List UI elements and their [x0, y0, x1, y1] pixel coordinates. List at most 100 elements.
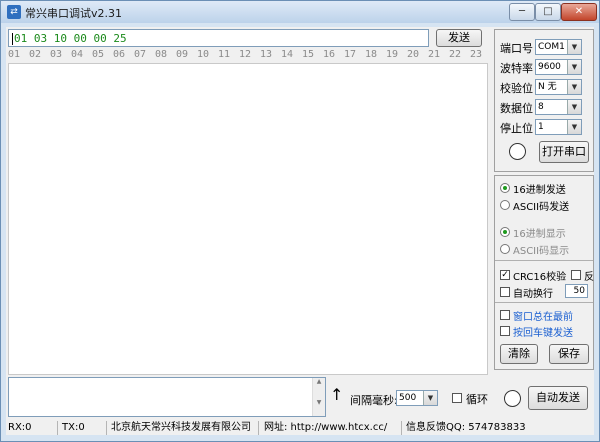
tx-count: TX:0 [60, 421, 107, 435]
data-bits-label: 数据位 [500, 102, 533, 115]
port-settings-panel: 端口号 COM1 ▼ 波特率 9600 ▼ 校验位 N 无 ▼ 数据位 8 ▼ 停止位 … [494, 29, 594, 172]
newline-length-input[interactable]: 50 [565, 284, 588, 298]
port-select-value: COM1 [538, 42, 565, 52]
maximize-button[interactable]: □ [535, 3, 561, 21]
send-data-input[interactable]: 01 03 10 00 00 25 [8, 29, 429, 47]
ruler-number: 09 [176, 49, 189, 60]
auto-send-button[interactable]: 自动发送 [528, 386, 588, 410]
divider [495, 302, 593, 303]
always-on-top-checkbox[interactable] [500, 310, 510, 320]
ruler-number: 01 [8, 49, 21, 60]
auto-newline-checkbox[interactable] [500, 287, 510, 297]
ruler-number: 04 [71, 49, 84, 60]
send-button[interactable]: 发送 [436, 29, 482, 47]
ruler-number: 13 [260, 49, 273, 60]
arrow-up-icon: ↑ [330, 385, 344, 404]
byte-ruler: 01 02 03 04 05 06 07 08 09 10 11 12 13 14 15 16 17 18 19 20… [8, 49, 488, 63]
interval-select-value: 500 [399, 393, 417, 403]
status-bar: RX:0 TX:0 北京航天常兴科技发展有限公司 网址: http://www.… [6, 421, 594, 435]
hex-send-radio[interactable] [500, 183, 510, 193]
baud-label: 波特率 [500, 62, 533, 75]
close-button[interactable]: ✕ [561, 3, 597, 21]
hex-display-label: 16进制显示 [513, 229, 566, 240]
loop-checkbox[interactable] [452, 393, 462, 403]
app-icon: ⇄ [7, 5, 21, 19]
crc-checkbox[interactable]: ✓ [500, 270, 510, 280]
send-data-value: 01 03 10 00 00 25 [14, 32, 127, 45]
stop-bits-select[interactable]: 1 ▼ [535, 119, 582, 135]
newline-length-value: 50 [573, 286, 585, 296]
title-bar: ⇄ 常兴串口调试v2.31 ─ □ ✕ [1, 1, 599, 23]
multiline-send-input[interactable]: ▲ ▼ [8, 377, 326, 417]
window-title: 常兴串口调试v2.31 [25, 7, 123, 20]
vertical-scrollbar[interactable]: ▲ ▼ [312, 378, 325, 416]
parity-label: 校验位 [500, 82, 533, 95]
ruler-number: 10 [197, 49, 210, 60]
open-port-button[interactable]: 打开串口 [539, 141, 589, 163]
ruler-number: 14 [281, 49, 294, 60]
loop-label: 循环 [466, 393, 488, 406]
app-window: ⇄ 常兴串口调试v2.31 ─ □ ✕ 01 03 10 00 00 25 发送… [0, 0, 600, 442]
always-on-top-label: 窗口总在最前 [513, 312, 573, 323]
options-panel: 16进制发送 ASCII码发送 16进制显示 ASCII码显示 ✓ CRC16校… [494, 175, 594, 370]
parity-select-value: N 无 [538, 82, 557, 92]
port-status-indicator [509, 143, 526, 160]
ruler-number: 17 [344, 49, 357, 60]
reverse-label: 反 [584, 272, 594, 283]
ruler-number: 22 [449, 49, 462, 60]
ruler-number: 02 [29, 49, 42, 60]
ascii-send-radio[interactable] [500, 200, 510, 210]
interval-label: 间隔毫秒: [350, 394, 398, 407]
ruler-number: 12 [239, 49, 252, 60]
main-area: 01 03 10 00 00 25 发送 01 02 03 04 05 06 07 08 09 1… [6, 27, 594, 435]
ruler-number: 05 [92, 49, 105, 60]
chevron-down-icon[interactable]: ▼ [567, 80, 581, 94]
website-text: 网址: http://www.htcx.cc/ [262, 421, 402, 435]
chevron-down-icon[interactable]: ▼ [567, 100, 581, 114]
chevron-down-icon[interactable]: ▼ [567, 60, 581, 74]
ruler-number: 18 [365, 49, 378, 60]
company-name: 北京航天常兴科技发展有限公司 [109, 421, 259, 435]
ruler-number: 21 [428, 49, 441, 60]
ruler-number: 06 [113, 49, 126, 60]
ruler-number: 23 [470, 49, 483, 60]
ruler-number: 11 [218, 49, 231, 60]
enter-send-label: 按回车键发送 [513, 328, 573, 339]
save-button[interactable]: 保存 [549, 344, 589, 364]
crc-label: CRC16校验 [513, 272, 567, 283]
receive-area[interactable] [8, 63, 488, 375]
stop-bits-select-value: 1 [538, 122, 544, 132]
ruler-number: 08 [155, 49, 168, 60]
hex-display-radio[interactable] [500, 227, 510, 237]
chevron-down-icon[interactable]: ▼ [567, 40, 581, 54]
ascii-display-label: ASCII码显示 [513, 246, 570, 257]
ascii-display-radio[interactable] [500, 244, 510, 254]
auto-newline-label: 自动换行 [513, 289, 553, 300]
feedback-qq: 信息反馈QQ: 574783833 [406, 422, 526, 433]
text-cursor [12, 33, 13, 45]
interval-select[interactable]: 500 ▼ [396, 390, 438, 406]
minimize-button[interactable]: ─ [509, 3, 535, 21]
clear-button[interactable]: 清除 [500, 344, 538, 364]
data-bits-select[interactable]: 8 ▼ [535, 99, 582, 115]
chevron-down-icon[interactable]: ▼ [567, 120, 581, 134]
ruler-number: 15 [302, 49, 315, 60]
auto-send-indicator [504, 390, 521, 407]
parity-select[interactable]: N 无 ▼ [535, 79, 582, 95]
ascii-send-label: ASCII码发送 [513, 202, 570, 213]
baud-select[interactable]: 9600 ▼ [535, 59, 582, 75]
divider [495, 260, 593, 261]
ruler-number: 20 [407, 49, 420, 60]
stop-bits-label: 停止位 [500, 122, 533, 135]
chevron-down-icon[interactable]: ▼ [423, 391, 437, 405]
enter-send-checkbox[interactable] [500, 326, 510, 336]
reverse-checkbox[interactable] [571, 270, 581, 280]
baud-select-value: 9600 [538, 62, 561, 72]
port-label: 端口号 [500, 42, 533, 55]
ruler-number: 07 [134, 49, 147, 60]
rx-count: RX:0 [6, 421, 58, 435]
hex-send-label: 16进制发送 [513, 185, 566, 196]
port-select[interactable]: COM1 ▼ [535, 39, 582, 55]
ruler-number: 03 [50, 49, 63, 60]
data-bits-select-value: 8 [538, 102, 544, 112]
